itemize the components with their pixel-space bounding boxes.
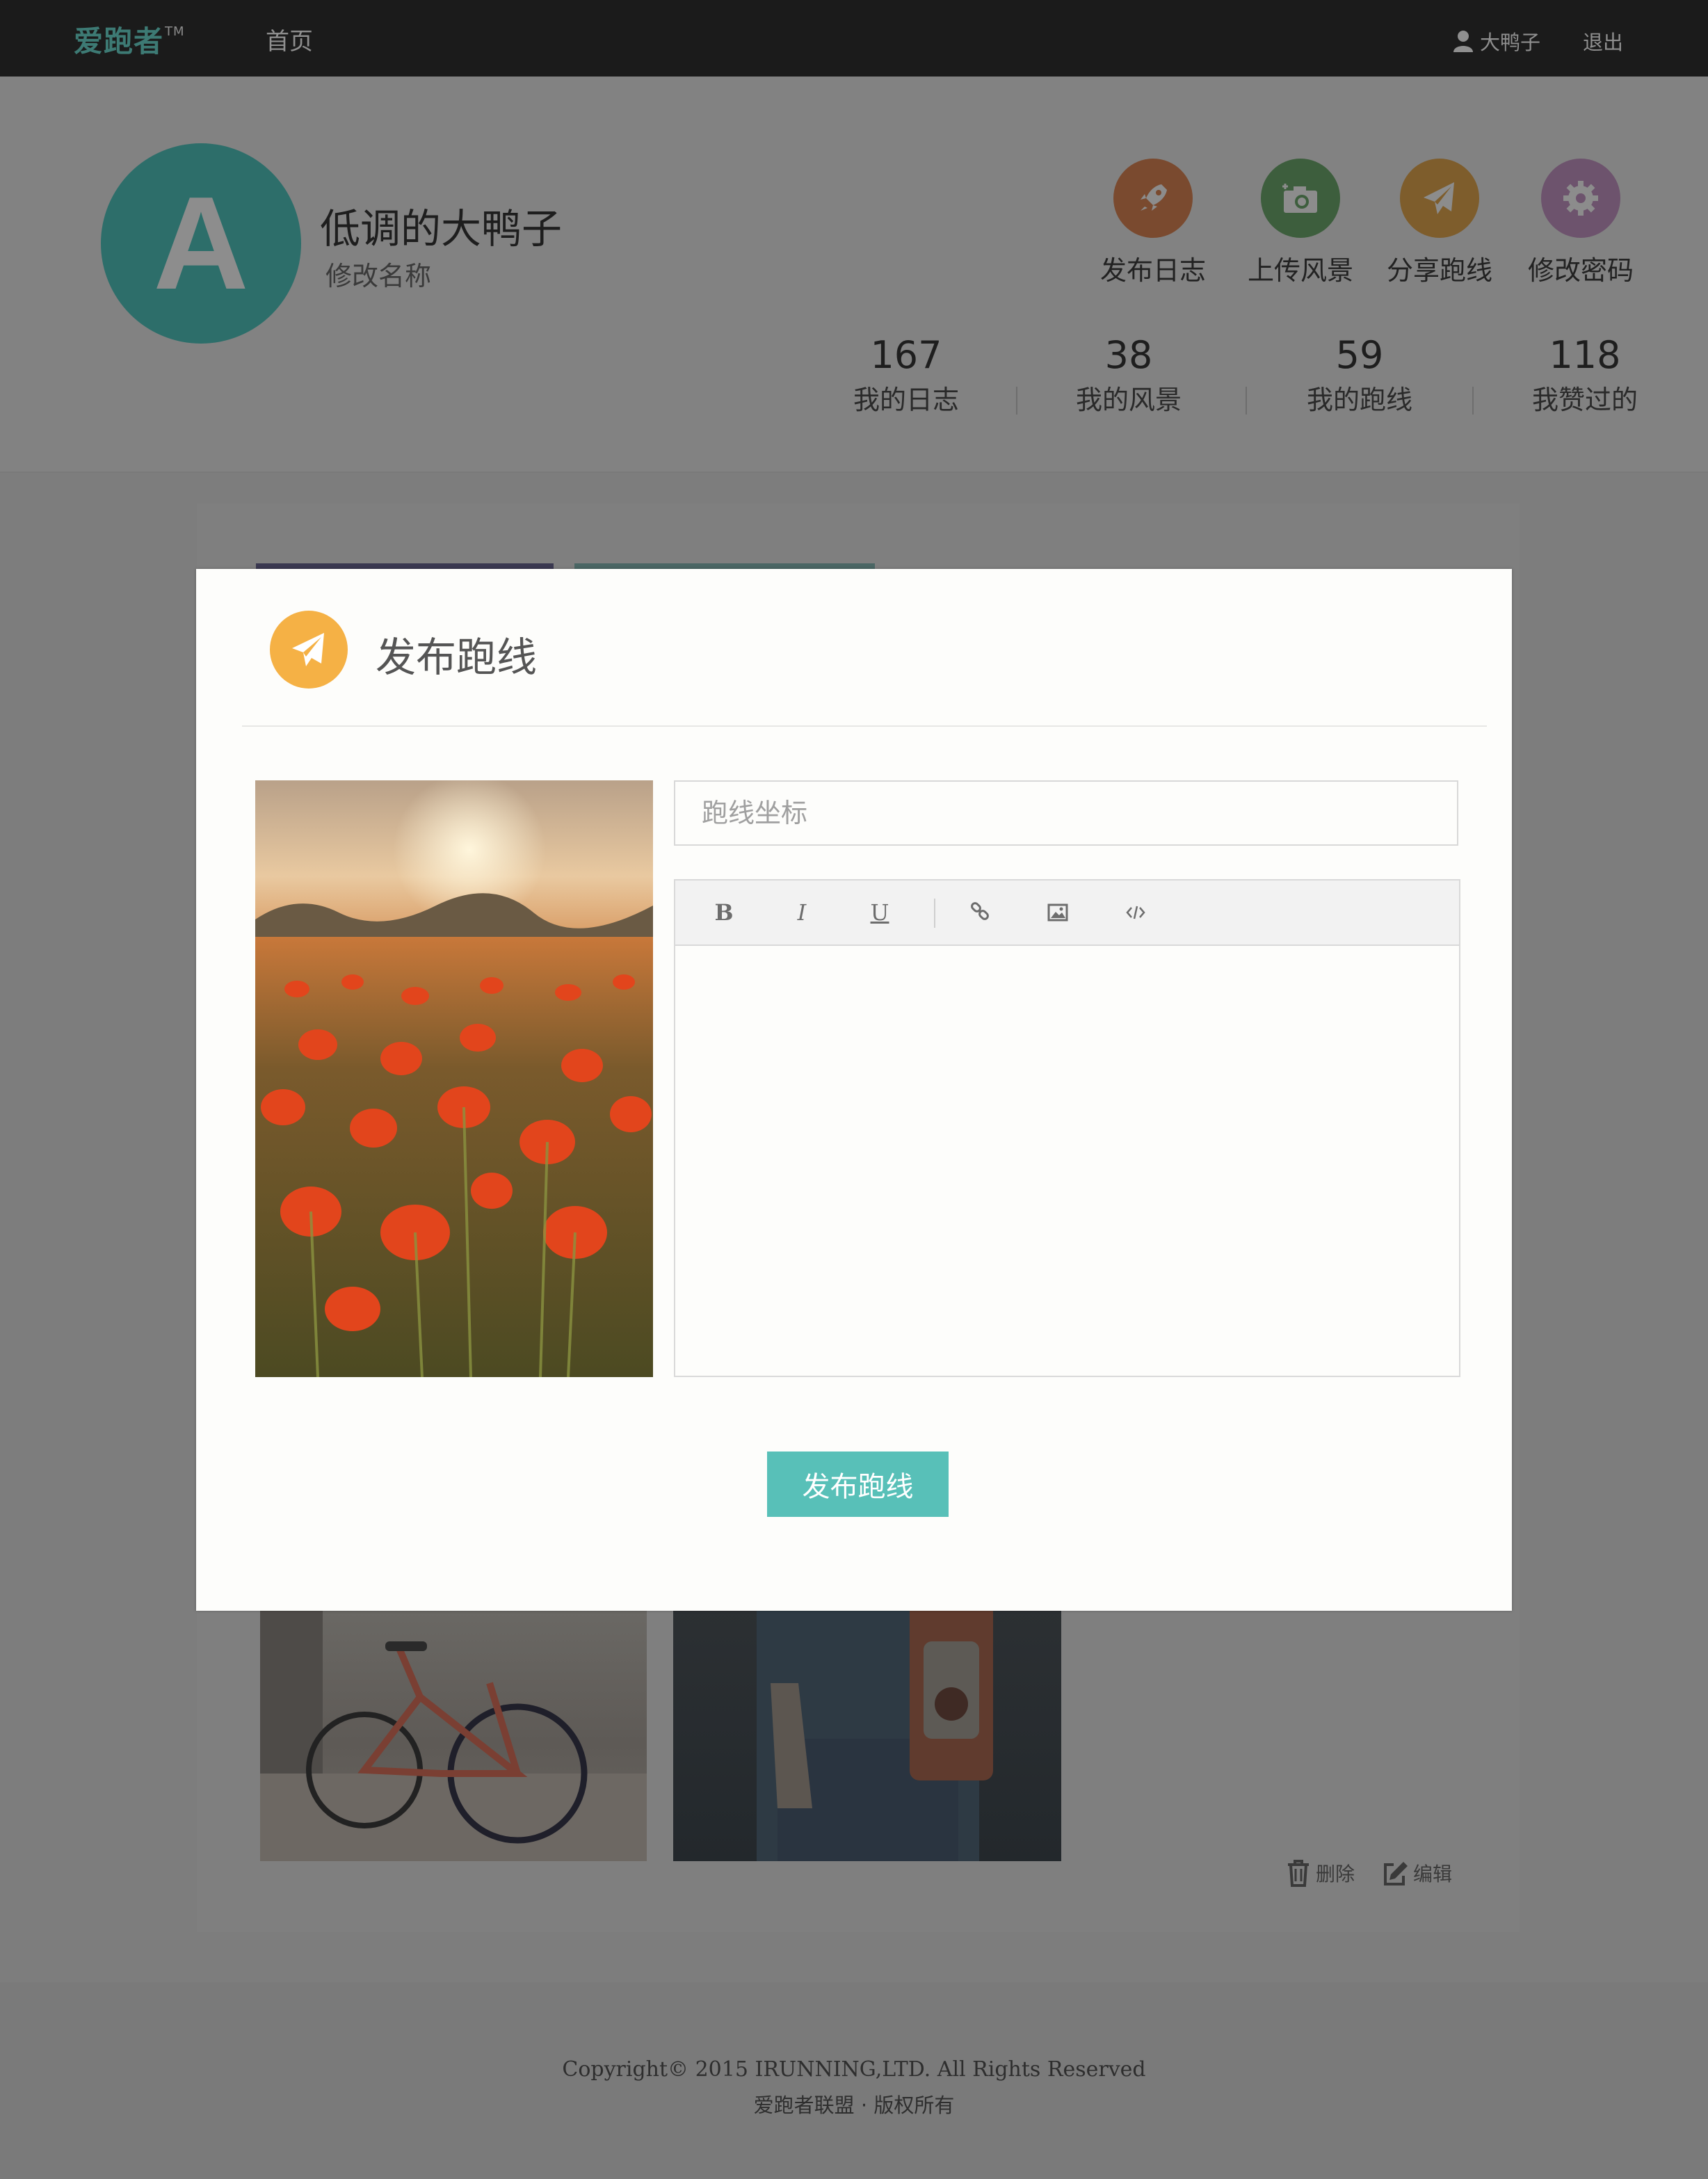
stat-label: 我的风景	[1075, 385, 1182, 415]
delete-label: 删除	[1316, 1863, 1355, 1885]
logo-trademark: TM	[165, 24, 185, 39]
modal-divider	[242, 725, 1487, 727]
edit-label: 编辑	[1413, 1863, 1453, 1885]
toolbar-separator	[934, 899, 935, 928]
rocket-icon	[1113, 159, 1193, 238]
code-button[interactable]	[1115, 896, 1157, 929]
trash-icon	[1288, 1860, 1309, 1887]
stat-label: 我的跑线	[1306, 385, 1412, 415]
stat-scenery[interactable]: 38 我的风景	[1049, 334, 1209, 417]
user-icon	[1453, 31, 1473, 52]
stat-number: 59	[1335, 333, 1384, 377]
poppy-field-photo[interactable]	[255, 780, 653, 1377]
italic-button[interactable]: I	[781, 896, 823, 929]
delete-button[interactable]: 删除	[1285, 1859, 1355, 1887]
action-label: 发布日志	[1099, 255, 1206, 286]
paper-plane-icon	[270, 611, 348, 689]
action-label: 修改密码	[1527, 255, 1634, 286]
logo-text: 爱跑者	[74, 24, 164, 58]
editor-content-area[interactable]	[675, 946, 1459, 1376]
action-upload-scenery[interactable]: 上传风景	[1234, 159, 1367, 287]
editor-toolbar: B I U	[675, 881, 1459, 946]
stat-divider	[1472, 387, 1474, 415]
action-share-route[interactable]: 分享跑线	[1373, 159, 1506, 287]
action-label: 上传风景	[1247, 255, 1353, 286]
link-icon	[971, 902, 989, 920]
publish-route-button[interactable]: 发布跑线	[767, 1452, 949, 1517]
person-camera-photo[interactable]	[673, 1600, 1061, 1861]
stat-divider	[1016, 387, 1017, 415]
action-change-password[interactable]: 修改密码	[1515, 159, 1647, 287]
nav-username: 大鸭子	[1480, 31, 1541, 54]
edit-icon	[1384, 1862, 1408, 1885]
footer-rights: 爱跑者联盟 · 版权所有	[753, 2093, 955, 2117]
stat-label: 我的日志	[853, 385, 959, 415]
modal-title: 发布跑线	[376, 634, 538, 681]
stat-number: 118	[1549, 333, 1621, 377]
edit-button[interactable]: 编辑	[1383, 1859, 1452, 1887]
rename-link[interactable]: 修改名称	[325, 255, 431, 293]
stat-label: 我赞过的	[1531, 385, 1638, 415]
nav-user-menu[interactable]: 大鸭子	[1453, 26, 1540, 56]
image-button[interactable]	[1037, 896, 1079, 929]
camera-icon	[1261, 159, 1340, 238]
stat-liked[interactable]: 118 我赞过的	[1505, 334, 1665, 417]
gear-icon	[1541, 159, 1620, 238]
footer-copyright: Copyright© 2015 IRUNNING,LTD. All Rights…	[562, 2057, 1146, 2082]
code-icon	[1126, 906, 1145, 919]
logout-link[interactable]: 退出	[1583, 26, 1623, 56]
image-icon	[1047, 903, 1068, 922]
action-label: 分享跑线	[1386, 255, 1492, 286]
bicycle-photo[interactable]	[260, 1600, 647, 1861]
site-logo[interactable]: 爱跑者 TM	[74, 18, 184, 61]
avatar: A	[101, 143, 301, 344]
link-button[interactable]	[959, 896, 1001, 929]
rich-text-editor: B I U	[674, 879, 1460, 1377]
underline-button[interactable]: U	[859, 896, 901, 929]
route-coordinates-input[interactable]	[674, 780, 1458, 846]
action-post-journal[interactable]: 发布日志	[1087, 159, 1219, 287]
stat-routes[interactable]: 59 我的跑线	[1280, 334, 1440, 417]
bold-button[interactable]: B	[703, 896, 745, 929]
stat-number: 38	[1104, 333, 1153, 377]
nav-home-link[interactable]: 首页	[266, 22, 313, 56]
stat-journals[interactable]: 167 我的日志	[826, 334, 986, 417]
top-navbar	[0, 0, 1708, 77]
profile-name: 低调的大鸭子	[320, 205, 563, 252]
stat-divider	[1246, 387, 1247, 415]
paper-plane-icon	[1400, 159, 1479, 238]
stat-number: 167	[870, 333, 942, 377]
